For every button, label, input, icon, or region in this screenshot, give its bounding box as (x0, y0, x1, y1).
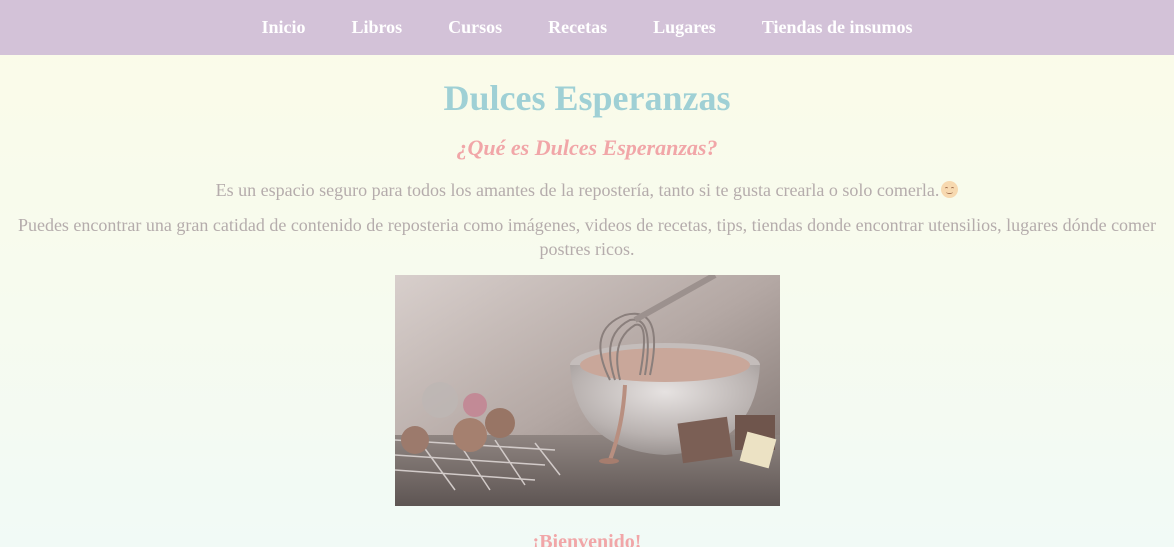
nav-link-lugares[interactable]: Lugares (630, 17, 739, 38)
intro-text: Es un espacio seguro para todos los aman… (215, 180, 940, 200)
nav-links: Inicio Libros Cursos Recetas Lugares Tie… (238, 17, 935, 38)
nav-link-inicio[interactable]: Inicio (238, 17, 328, 38)
main-content: Dulces Esperanzas ¿Qué es Dulces Esperan… (0, 55, 1174, 547)
top-navbar: Inicio Libros Cursos Recetas Lugares Tie… (0, 0, 1174, 55)
hero-image-container (0, 261, 1174, 506)
nav-link-tiendas[interactable]: Tiendas de insumos (739, 17, 936, 38)
hero-image (394, 275, 780, 506)
smiling-face-icon (941, 181, 959, 198)
welcome-heading: ¡Bienvenido! (532, 531, 642, 547)
section-subtitle: ¿Qué es Dulces Esperanzas? (0, 118, 1174, 162)
intro-paragraph: Es un espacio seguro para todos los aman… (0, 162, 1174, 202)
nav-link-cursos[interactable]: Cursos (425, 17, 525, 38)
subtitle-prefix: ¿Qué es (456, 135, 535, 160)
content-paragraph: Puedes encontrar una gran catidad de con… (17, 215, 1157, 259)
page-title: Dulces Esperanzas (443, 78, 731, 118)
nav-link-recetas[interactable]: Recetas (525, 17, 630, 38)
subtitle-emphasis: Dulces Esperanzas? (534, 135, 718, 160)
nav-link-libros[interactable]: Libros (328, 17, 425, 38)
